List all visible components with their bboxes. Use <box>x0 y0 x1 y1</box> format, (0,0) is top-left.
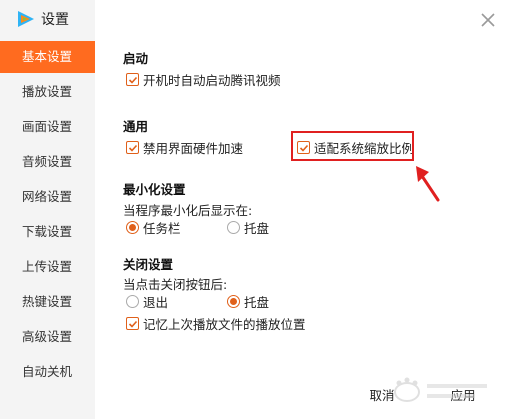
minimize-tray-label: 托盘 <box>244 220 270 236</box>
checkmark-icon <box>128 320 138 328</box>
close-tray-radio[interactable]: 托盘 <box>227 292 269 310</box>
sidebar-item-download[interactable]: 下载设置 <box>0 216 95 248</box>
minimize-taskbar-radio[interactable]: 任务栏 <box>126 218 181 236</box>
sidebar-item-basic[interactable]: 基本设置 <box>0 41 95 73</box>
sidebar-item-hotkey[interactable]: 热键设置 <box>0 286 95 318</box>
sidebar-item-network[interactable]: 网络设置 <box>0 181 95 213</box>
checkmark-icon <box>128 76 138 84</box>
sidebar: 设置 基本设置 播放设置 画面设置 音频设置 网络设置 下载设置 上传设置 热键… <box>0 0 95 419</box>
close-prompt: 当点击关闭按钮后: <box>123 277 228 292</box>
auto-start-label: 开机时自动启动腾讯视频 <box>143 72 281 88</box>
radio-dot[interactable] <box>227 294 240 308</box>
close-exit-label: 退出 <box>143 294 169 310</box>
minimize-taskbar-label: 任务栏 <box>143 220 181 236</box>
disable-hw-accel-label: 禁用界面硬件加速 <box>143 140 244 156</box>
radio-dot[interactable] <box>126 220 139 234</box>
section-title-startup: 启动 <box>123 51 149 66</box>
annotation-arrow-icon <box>416 166 440 202</box>
remember-position-checkbox[interactable]: 记忆上次播放文件的播放位置 <box>126 314 306 332</box>
sidebar-item-playback[interactable]: 播放设置 <box>0 76 95 108</box>
app-title: 设置 <box>41 12 69 28</box>
close-tray-label: 托盘 <box>244 294 270 310</box>
tencent-video-logo-icon <box>18 11 34 27</box>
sidebar-item-upload[interactable]: 上传设置 <box>0 251 95 283</box>
section-title-general: 通用 <box>123 119 149 134</box>
sidebar-item-auto-shutdown[interactable]: 自动关机 <box>0 356 95 388</box>
sidebar-item-audio[interactable]: 音频设置 <box>0 146 95 178</box>
sidebar-item-picture[interactable]: 画面设置 <box>0 111 95 143</box>
radio-dot[interactable] <box>227 220 240 234</box>
section-title-close: 关闭设置 <box>123 257 174 272</box>
checkmark-icon <box>128 144 138 152</box>
app-header: 设置 <box>0 0 95 38</box>
minimize-prompt: 当程序最小化后显示在: <box>123 203 253 218</box>
annotation-highlight-box <box>291 131 414 161</box>
close-exit-radio[interactable]: 退出 <box>126 292 168 310</box>
checkbox-box[interactable] <box>126 140 139 154</box>
sidebar-item-advanced[interactable]: 高级设置 <box>0 321 95 353</box>
checkbox-box[interactable] <box>126 316 139 330</box>
disable-hw-accel-checkbox[interactable]: 禁用界面硬件加速 <box>126 138 243 156</box>
checkbox-box[interactable] <box>126 72 139 86</box>
auto-start-checkbox[interactable]: 开机时自动启动腾讯视频 <box>126 70 281 88</box>
baidu-watermark-icon <box>394 377 487 402</box>
minimize-tray-radio[interactable]: 托盘 <box>227 218 269 236</box>
remember-position-label: 记忆上次播放文件的播放位置 <box>143 316 306 332</box>
section-title-minimize: 最小化设置 <box>123 182 186 197</box>
settings-content: 启动 开机时自动启动腾讯视频 通用 禁用界面硬件加速 适配系统缩放比例 最小化设… <box>95 0 508 419</box>
radio-dot[interactable] <box>126 294 139 308</box>
